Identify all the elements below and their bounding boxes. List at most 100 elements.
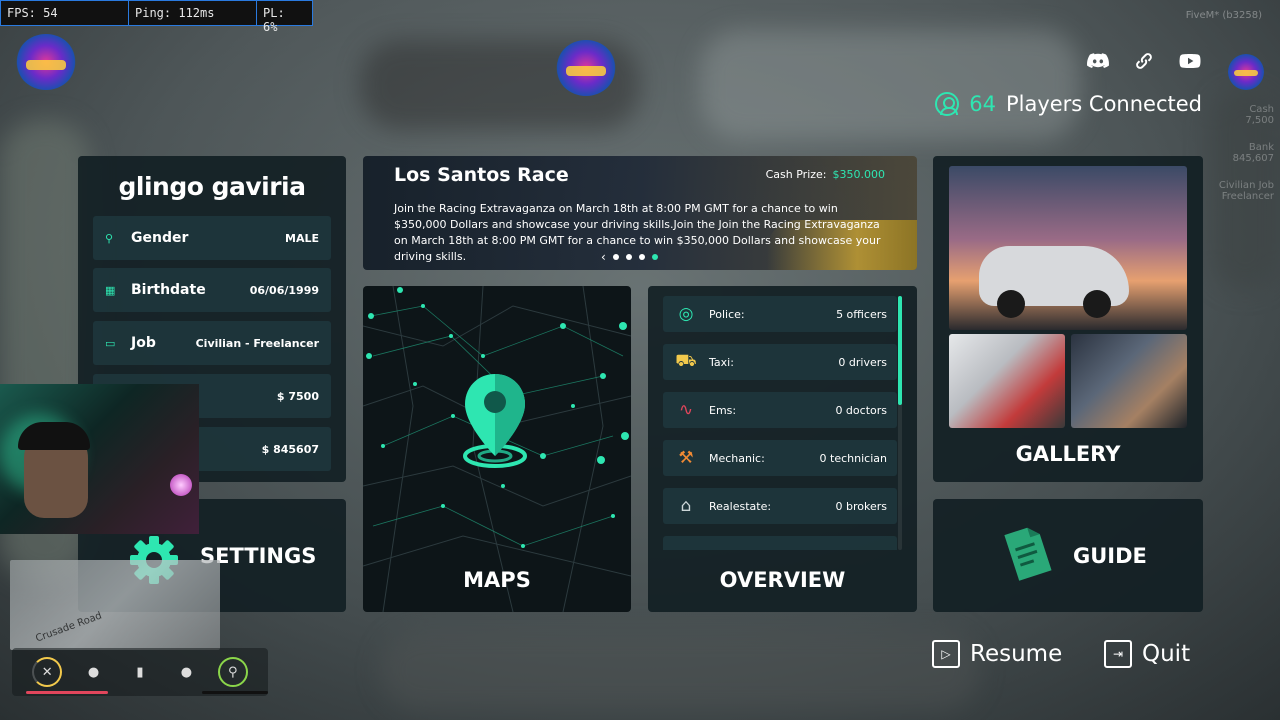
wrench-icon: ⚒ [678,448,694,468]
side-job-label: Civilian Job [1218,180,1274,191]
guide-tile[interactable]: GUIDE [933,499,1203,612]
overview-scrollbar[interactable] [898,296,902,550]
carousel-dot[interactable] [638,254,645,260]
resume-label: Resume [970,641,1063,667]
overview-row: ⌂ Realestate: 0 brokers [663,488,897,524]
gallery-thumbnail[interactable] [949,334,1065,428]
carousel-dot[interactable] [625,254,632,260]
server-logo-left [16,34,76,90]
maps-tile[interactable]: MAPS [363,286,631,612]
gallery-main-image[interactable] [949,166,1187,330]
webcam-overlay [0,384,199,534]
profile-row-label: Gender [131,230,189,246]
profile-row-birthdate: ▦ Birthdate 06/06/1999 [93,268,331,312]
profile-row-value: MALE [285,231,319,245]
realestate-icon: ⌂ [680,496,692,516]
armor-bar [202,691,268,694]
overview-row-value: 0 drivers [838,355,887,369]
players-connected: 64 Players Connected [935,92,1202,116]
prize-value: $350.000 [832,168,886,181]
player-name: glingo gaviria [118,172,306,201]
carousel-nav: ‹ [601,250,658,264]
quit-button[interactable]: ⇥ Quit [1104,640,1190,668]
overview-row-label: Ems: [709,403,737,417]
discord-icon[interactable] [1084,48,1112,74]
gallery-thumbnail[interactable] [1071,334,1187,428]
player-count: 64 [969,92,996,116]
overview-row-label: Mechanic: [709,451,765,465]
chevron-left-icon[interactable]: ‹ [601,250,606,264]
prize-label: Cash Prize: [765,168,827,181]
thirst-icon: ● [87,664,100,680]
profile-row-gender: ⚲ Gender MALE [93,216,331,260]
police-icon: ◎ [678,304,694,324]
side-cash-value: 7,500 [1245,115,1274,126]
social-links [1084,48,1204,74]
side-job-value: Freelancer [1221,191,1274,202]
exit-icon: ⇥ [1104,640,1132,668]
minimap: Crusade Road [10,560,220,650]
overview-label: OVERVIEW [719,568,846,592]
side-bank-label: Bank [1248,142,1274,153]
gender-icon: ⚲ [105,231,114,245]
maps-label: MAPS [463,568,531,592]
side-bank-value: 845,607 [1232,153,1274,164]
taxi-icon: ⛟ [675,351,697,371]
server-logo-right [1228,54,1264,90]
hunger-icon: ✕ [32,657,63,687]
job-overview-list[interactable]: ◎ Police: 5 officers ⛟ Taxi: 0 drivers ∿ Ems: 0 … [663,296,897,550]
profile-row-value: $ 845607 [261,442,319,456]
stress-icon: ● [180,664,193,680]
scrollbar-thumb[interactable] [898,296,902,406]
carousel-dot-active[interactable] [651,254,658,260]
gallery-tile[interactable]: GALLERY [933,156,1203,482]
profile-row-value: Civilian - Freelancer [195,336,319,350]
overview-row: ⛟ Taxi: 0 drivers [663,344,897,380]
location-pin-icon [463,374,527,468]
youtube-icon[interactable] [1176,48,1204,74]
performance-overlay: FPS: 54 Ping: 112ms PL: 6% [0,0,313,34]
server-logo-center [556,40,616,96]
carousel-dot[interactable] [612,254,619,260]
overview-row-label: Taxi: [709,355,734,369]
microphone-icon: ▮ [136,664,144,680]
overview-row-value: 0 doctors [835,403,887,417]
link-icon[interactable] [1130,48,1158,74]
overview-tile[interactable]: ◎ Police: 5 officers ⛟ Taxi: 0 drivers ∿ Ems: 0 … [648,286,917,612]
status-hud: ✕ ● ▮ ● ⚲ [12,648,268,696]
profile-row-label: Birthdate [131,282,206,298]
overview-row-label: Police: [709,307,745,321]
profile-row-value: 06/06/1999 [249,283,319,297]
overview-row-value: 0 brokers [835,499,888,513]
user-icon [935,92,960,116]
overview-row-value: 0 technician [819,451,887,465]
guide-label: GUIDE [1073,544,1147,568]
play-icon: ▷ [932,640,960,668]
gallery-label: GALLERY [1015,442,1121,466]
overview-row-value: 5 officers [836,307,887,321]
news-carousel[interactable]: Los Santos Race Cash Prize: $350.000 Join… [363,156,917,270]
health-bar [26,691,108,694]
profile-row-value: $ 7500 [276,389,319,403]
fivem-build-tag: FiveM* (b3258) [1185,10,1262,21]
overview-row: ⚒ Mechanic: 0 technician [663,440,897,476]
overview-row: ∿ Ems: 0 doctors [663,392,897,428]
briefcase-icon: ▭ [105,336,116,350]
calendar-icon: ▦ [105,283,116,297]
stamina-icon: ⚲ [217,657,248,687]
overview-row: ◎ Police: 5 officers [663,296,897,332]
news-prize: Cash Prize: $350.000 [766,168,885,181]
profile-row-label: Job [131,335,156,351]
players-label: Players Connected [1005,92,1202,116]
resume-button[interactable]: ▷ Resume [932,640,1062,668]
overview-row: ▬ [663,536,897,550]
ping-readout: Ping: 112ms [129,1,257,25]
packet-loss-readout: PL: 6% [263,6,285,34]
side-cash-label: Cash [1249,104,1274,115]
overview-row-label: Realestate: [709,499,772,513]
news-title: Los Santos Race [394,164,569,186]
fps-readout: FPS: 54 [1,1,129,25]
document-icon [1004,527,1052,581]
minimap-street-label: Crusade Road [34,610,104,645]
ems-icon: ∿ [678,400,694,420]
